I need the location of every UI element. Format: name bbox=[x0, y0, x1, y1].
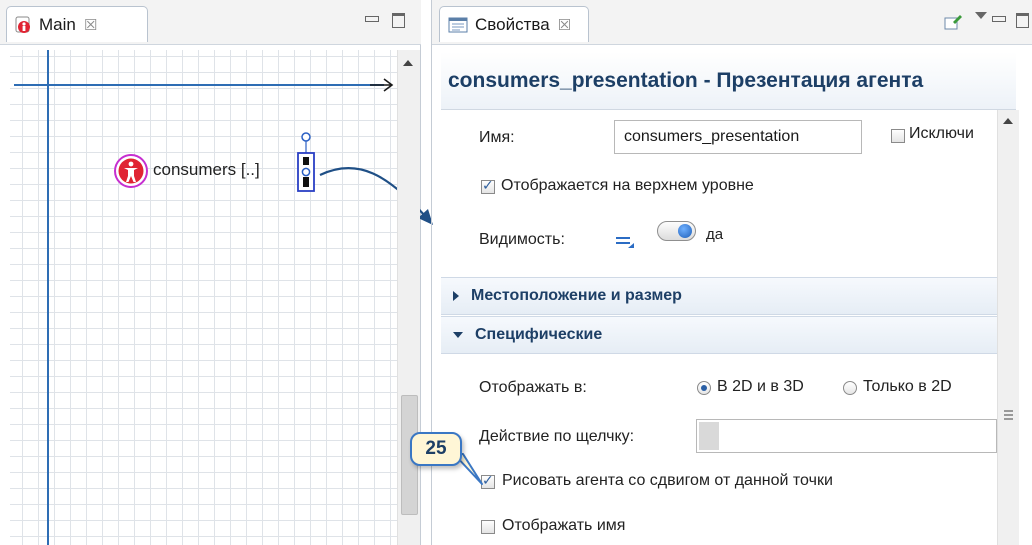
agent-label[interactable]: consumers [..] bbox=[153, 160, 260, 180]
section-specific[interactable]: Специфические bbox=[441, 316, 997, 354]
close-icon[interactable]: ☒ bbox=[558, 16, 571, 34]
tab-main[interactable]: Main ☒ bbox=[6, 6, 148, 42]
tab-properties[interactable]: Свойства ☒ bbox=[439, 6, 589, 42]
exclude-label: Исключи bbox=[909, 125, 974, 142]
section-specific-label: Специфические bbox=[475, 326, 603, 343]
scroll-up-arrow-icon[interactable] bbox=[1003, 118, 1013, 124]
tab-main-label: Main bbox=[39, 14, 76, 34]
name-label: Имя: bbox=[479, 129, 515, 146]
properties-icon bbox=[448, 17, 468, 32]
exclude-checkbox[interactable] bbox=[891, 129, 905, 143]
field-gutter bbox=[699, 422, 719, 450]
maximize-button[interactable] bbox=[389, 8, 407, 30]
callout-number: 25 bbox=[425, 438, 447, 459]
pin-edit-icon[interactable] bbox=[943, 12, 963, 32]
show-name-checkbox[interactable] bbox=[481, 520, 495, 534]
chevron-down-icon bbox=[453, 332, 463, 338]
agent-person-icon[interactable] bbox=[113, 153, 149, 189]
visibility-label: Видимость: bbox=[479, 231, 565, 248]
maximize-button[interactable] bbox=[1013, 8, 1031, 30]
static-value-icon[interactable] bbox=[614, 232, 636, 250]
tab-properties-label: Свойства bbox=[475, 14, 550, 34]
y-axis bbox=[47, 50, 49, 545]
radio-2d-3d[interactable] bbox=[697, 381, 711, 395]
section-location-size[interactable]: Местоположение и размер bbox=[441, 277, 997, 315]
show-top-level-label: Отображается на верхнем уровне bbox=[501, 177, 754, 194]
properties-tab-bar: Свойства ☒ bbox=[432, 0, 1032, 45]
x-axis-arrow-icon bbox=[370, 78, 394, 92]
section-location-label: Местоположение и размер bbox=[471, 287, 682, 304]
display-in-label: Отображать в: bbox=[479, 379, 587, 396]
click-action-field[interactable] bbox=[696, 419, 997, 453]
presentation-handle-icon[interactable] bbox=[294, 130, 318, 194]
name-field[interactable]: consumers_presentation bbox=[614, 120, 862, 154]
callout-badge: 25 bbox=[410, 432, 462, 466]
radio-2d-3d-label: В 2D и в 3D bbox=[717, 378, 804, 395]
pointer-arrow-icon bbox=[319, 166, 433, 225]
draw-offset-label: Рисовать агента со сдвигом от данной точ… bbox=[502, 472, 833, 489]
close-icon[interactable]: ☒ bbox=[84, 16, 97, 34]
minimize-button[interactable] bbox=[362, 8, 380, 30]
toggle-knob bbox=[678, 224, 692, 238]
chevron-right-icon bbox=[453, 291, 459, 301]
main-vertical-scrollbar[interactable] bbox=[397, 50, 420, 545]
graphical-editor-canvas[interactable] bbox=[10, 50, 398, 545]
visibility-toggle[interactable] bbox=[657, 221, 696, 241]
show-top-level-checkbox[interactable] bbox=[481, 177, 495, 194]
main-tab-bar: Main ☒ bbox=[0, 0, 421, 45]
properties-vertical-scrollbar[interactable] bbox=[997, 110, 1019, 545]
radio-2d-only[interactable] bbox=[843, 381, 857, 395]
scroll-up-arrow-icon[interactable] bbox=[403, 60, 413, 66]
properties-title: consumers_presentation - Презентация аге… bbox=[441, 52, 1016, 110]
main-view: Main ☒ consumers [..] bbox=[0, 0, 433, 545]
agent-type-icon bbox=[15, 16, 30, 33]
minimize-button[interactable] bbox=[989, 8, 1007, 30]
show-name-label: Отображать имя bbox=[502, 517, 626, 534]
click-action-label: Действие по щелчку: bbox=[479, 428, 635, 445]
view-menu-icon[interactable] bbox=[975, 12, 987, 19]
visibility-value: да bbox=[706, 226, 724, 243]
x-axis bbox=[14, 84, 384, 86]
scroll-grip-line bbox=[1004, 414, 1013, 416]
radio-2d-only-label: Только в 2D bbox=[863, 378, 952, 395]
